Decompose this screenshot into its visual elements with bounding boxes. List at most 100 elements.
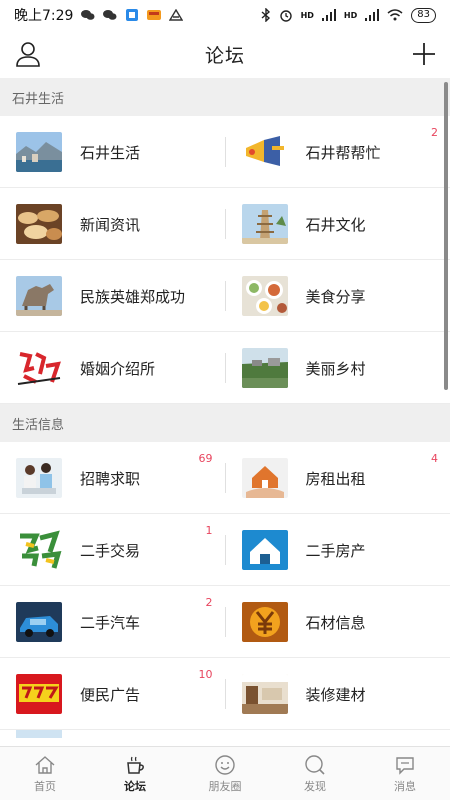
nav-label: 发现 — [304, 779, 326, 793]
forum-item[interactable]: 石井帮帮忙 2 — [226, 116, 450, 188]
forum-item-label: 二手汽车 — [80, 613, 141, 632]
bottom-nav: 首页 论坛 朋友圈 发现 消息 — [0, 746, 450, 800]
unread-badge: 2 — [205, 596, 213, 609]
forum-item-label: 石材信息 — [305, 613, 366, 632]
app-orange-icon — [147, 10, 162, 20]
ad-banner-thumbnail — [16, 674, 62, 714]
nav-forum[interactable]: 论坛 — [90, 747, 180, 800]
section-header: 石井生活 — [0, 78, 450, 116]
nav-friends[interactable]: 朋友圈 — [180, 747, 270, 800]
interior-thumbnail — [241, 674, 288, 714]
coffee-icon — [127, 756, 144, 774]
nav-label: 论坛 — [124, 779, 146, 793]
forum-item[interactable]: 二手汽车 2 — [0, 586, 225, 658]
forum-item[interactable]: 房租出租 4 — [226, 442, 450, 514]
forum-item-label: 装修建材 — [305, 685, 366, 704]
signal-icon — [365, 9, 380, 21]
wechat-icon — [103, 10, 117, 20]
forum-item[interactable]: 石井生活 — [0, 116, 225, 188]
forum-row: 二手交易 1 二手房产 — [0, 514, 450, 586]
pagoda-thumbnail — [241, 204, 288, 244]
forum-item-label: 石井生活 — [80, 143, 141, 162]
battery-indicator: 83 — [411, 7, 436, 23]
unread-badge: 10 — [198, 668, 213, 681]
forum-item[interactable]: 装修建材 — [226, 658, 450, 730]
forum-item-label: 二手交易 — [80, 541, 141, 560]
forum-row: 二手汽车 2 石材信息 — [0, 586, 450, 658]
section-header: 生活信息 — [0, 404, 450, 442]
alarm-icon — [279, 10, 292, 22]
forum-item[interactable]: 美食分享 — [226, 260, 450, 332]
horse-statue-thumbnail — [16, 276, 62, 316]
message-icon — [396, 756, 414, 775]
forum-row: 婚姻介绍所 美丽乡村 — [0, 332, 450, 404]
yen-thumbnail — [241, 602, 288, 642]
house-blue-thumbnail — [241, 530, 288, 570]
trade-text-thumbnail — [16, 530, 62, 570]
forum-row: 石井生活 石井帮帮忙 2 — [0, 116, 450, 188]
bluetooth-icon — [261, 8, 270, 22]
food-thumbnail — [241, 276, 288, 316]
wechat-icon — [81, 10, 95, 20]
forum-item-label: 石井文化 — [305, 215, 366, 234]
unread-badge: 1 — [205, 524, 213, 537]
nav-label: 消息 — [394, 779, 416, 793]
forum-item-label: 二手房产 — [305, 541, 366, 560]
forum-item[interactable]: 石井文化 — [226, 188, 450, 260]
forum-item-label: 婚姻介绍所 — [80, 359, 156, 378]
nav-label: 首页 — [34, 779, 56, 793]
bread-thumbnail — [16, 204, 62, 244]
forum-item-label: 美丽乡村 — [305, 359, 366, 378]
unread-badge: 4 — [431, 452, 438, 465]
forum-item-label: 便民广告 — [80, 685, 141, 704]
forum-row: 民族英雄郑成功 美食分享 — [0, 260, 450, 332]
app-header: 论坛 — [0, 30, 450, 78]
car-thumbnail — [16, 602, 62, 642]
unread-badge: 69 — [198, 452, 213, 465]
forum-item-label: 新闻资讯 — [80, 215, 141, 234]
forum-row-partial — [0, 730, 450, 738]
status-time: 晚上7:29 — [14, 8, 74, 24]
nav-messages[interactable]: 消息 — [360, 747, 450, 800]
landscape-thumbnail — [16, 132, 62, 172]
forum-row: 便民广告 10 装修建材 — [0, 658, 450, 730]
forum-item[interactable]: 婚姻介绍所 — [0, 332, 225, 404]
discover-icon — [305, 754, 325, 775]
forum-item-label: 房租出租 — [305, 469, 366, 488]
nav-label: 朋友圈 — [208, 779, 242, 793]
megaphone-thumbnail — [241, 132, 288, 172]
forum-item[interactable]: 美丽乡村 — [226, 332, 450, 404]
plus-icon[interactable] — [410, 40, 438, 68]
forum-item-label: 石井帮帮忙 — [305, 143, 381, 162]
home-icon — [35, 755, 55, 774]
scrollbar[interactable] — [444, 82, 448, 390]
nav-discover[interactable]: 发现 — [270, 747, 360, 800]
page-title: 论坛 — [204, 44, 245, 67]
calligraphy-thumbnail — [16, 348, 62, 388]
forum-row: 招聘求职 69 房租出租 4 — [0, 442, 450, 514]
user-icon[interactable] — [14, 40, 42, 68]
smile-icon — [215, 754, 235, 775]
forum-item[interactable]: 二手交易 1 — [0, 514, 225, 586]
forum-item[interactable]: 石材信息 — [226, 586, 450, 658]
signal-icon — [321, 9, 336, 21]
wifi-icon — [387, 9, 403, 21]
forum-item[interactable]: 便民广告 10 — [0, 658, 225, 730]
forum-item[interactable]: 新闻资讯 — [0, 188, 225, 260]
village-thumbnail — [241, 348, 288, 388]
forum-item[interactable]: 民族英雄郑成功 — [0, 260, 225, 332]
house-hand-thumbnail — [241, 458, 288, 498]
unread-badge: 2 — [431, 126, 438, 139]
forum-item-label: 美食分享 — [305, 287, 366, 306]
forum-item[interactable]: 二手房产 — [226, 514, 450, 586]
triangle-icon — [169, 9, 184, 21]
partial-thumbnail — [16, 730, 62, 738]
status-bar: 晚上7:29 HD HD 83 — [0, 0, 450, 30]
network-label-a: HD — [300, 10, 314, 20]
app-blue-icon — [126, 9, 139, 21]
forum-item[interactable]: 招聘求职 69 — [0, 442, 225, 514]
forum-row: 新闻资讯 石井文化 — [0, 188, 450, 260]
nav-home[interactable]: 首页 — [0, 747, 90, 800]
office-people-thumbnail — [16, 458, 62, 498]
forum-list: 石井生活 石井生活 石井帮帮忙 2 新闻资讯 石井文化 民族英雄郑成功 美食分享… — [0, 78, 450, 746]
